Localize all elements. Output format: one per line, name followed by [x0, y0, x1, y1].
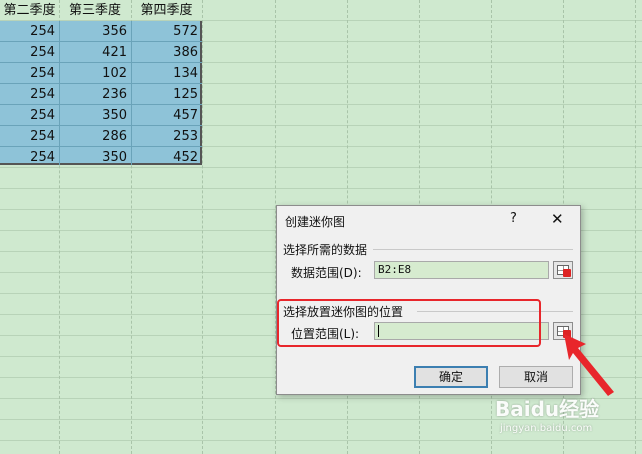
data-group-label: 选择所需的数据 — [283, 243, 368, 257]
data-cell[interactable]: 253 — [131, 126, 202, 147]
watermark-url: jingyan.baidu.com — [500, 423, 593, 434]
ok-button[interactable]: 确定 — [414, 366, 488, 388]
watermark-logo: Baidu经验 — [495, 397, 600, 421]
data-cell[interactable]: 350 — [59, 147, 131, 168]
data-cell[interactable]: 254 — [0, 105, 59, 126]
data-range-label: 数据范围(D): — [291, 266, 362, 280]
data-cell[interactable]: 254 — [0, 42, 59, 63]
data-cell[interactable]: 254 — [0, 126, 59, 147]
data-cell[interactable]: 134 — [131, 63, 202, 84]
data-cell[interactable]: 254 — [0, 63, 59, 84]
data-range-input[interactable]: B2:E8 — [374, 261, 549, 279]
data-cell[interactable]: 254 — [0, 84, 59, 105]
data-cell[interactable]: 254 — [0, 147, 59, 168]
column-divider — [635, 0, 636, 454]
data-cell[interactable]: 356 — [59, 21, 131, 42]
data-cell[interactable]: 386 — [131, 42, 202, 63]
data-cell[interactable]: 125 — [131, 84, 202, 105]
data-cell[interactable]: 236 — [59, 84, 131, 105]
data-cell[interactable]: 102 — [59, 63, 131, 84]
data-cell[interactable]: 421 — [59, 42, 131, 63]
data-cell[interactable]: 457 — [131, 105, 202, 126]
close-icon[interactable]: ✕ — [551, 210, 564, 228]
header-cell-q4[interactable]: 第四季度 — [131, 0, 202, 21]
help-icon[interactable]: ? — [510, 211, 517, 226]
data-range-picker-button[interactable] — [553, 261, 573, 279]
red-arrow-icon — [564, 334, 614, 396]
range-select-icon — [563, 269, 571, 277]
highlight-box — [277, 299, 541, 347]
data-cell[interactable]: 572 — [131, 21, 202, 42]
data-cell[interactable]: 254 — [0, 21, 59, 42]
group-divider — [373, 249, 573, 250]
header-cell-q2[interactable]: 第二季度 — [0, 0, 59, 21]
header-cell-q3[interactable]: 第三季度 — [59, 0, 131, 21]
data-cell[interactable]: 452 — [131, 147, 202, 168]
data-cell[interactable]: 350 — [59, 105, 131, 126]
column-divider — [202, 0, 203, 454]
dialog-title: 创建迷你图 — [285, 215, 346, 229]
data-cell[interactable]: 286 — [59, 126, 131, 147]
